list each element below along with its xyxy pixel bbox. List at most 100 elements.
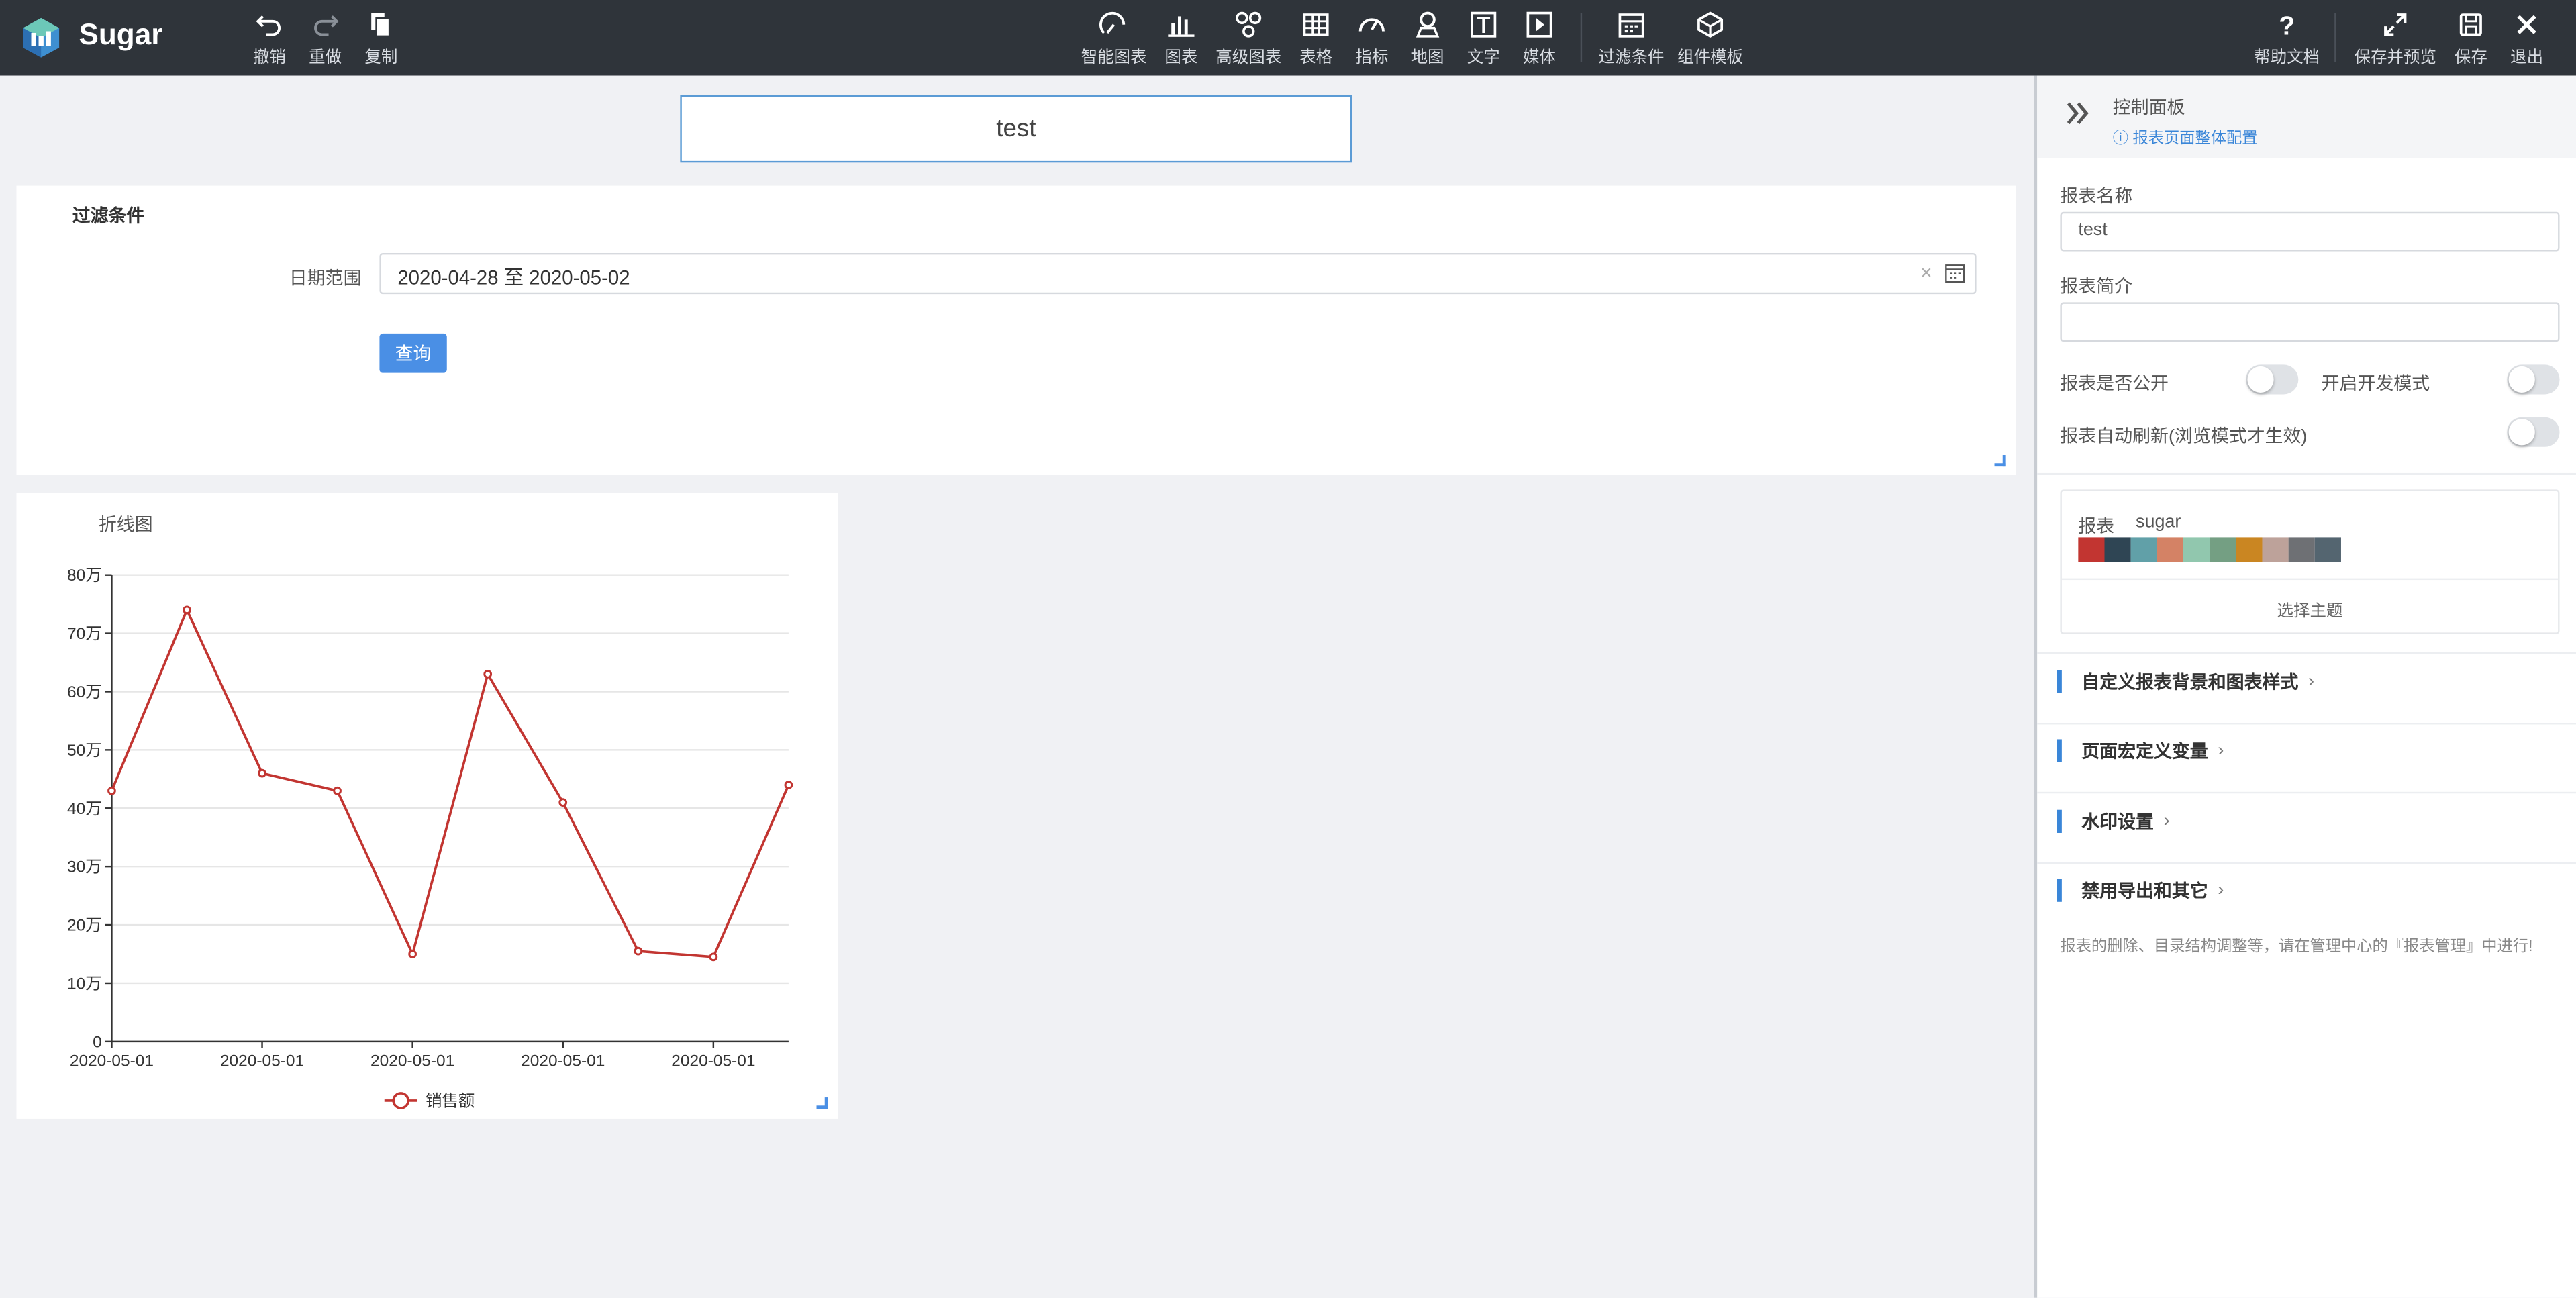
chevron-right-icon: › <box>2218 740 2224 761</box>
legend-label: 销售额 <box>426 1092 475 1111</box>
redo-label: 重做 <box>309 49 342 68</box>
resize-handle[interactable] <box>816 1097 828 1109</box>
save-button[interactable]: 保存 <box>2455 10 2487 69</box>
media-label: 媒体 <box>1523 49 1556 68</box>
query-button[interactable]: 查询 <box>379 333 447 373</box>
smart-chart-button[interactable]: 智能图表 <box>1081 10 1146 69</box>
y-tick-label: 10万 <box>67 975 102 993</box>
advanced-chart-icon <box>1236 11 1262 38</box>
auto-refresh-label: 报表自动刷新(浏览模式才生效) <box>2060 427 2308 447</box>
data-point <box>558 798 568 807</box>
undo-icon <box>256 15 281 36</box>
section-label: 自定义报表背景和图表样式 <box>2081 673 2299 693</box>
map-label: 地图 <box>1411 49 1444 68</box>
theme-swatch <box>2210 537 2236 562</box>
help-button[interactable]: ? 帮助文档 <box>2254 10 2320 69</box>
chevron-right-icon: › <box>2163 811 2170 832</box>
public-toggle[interactable] <box>2246 364 2299 395</box>
line-chart-panel[interactable]: 折线图 0 10万 20万 30万 40万 50万 60万 70万 80万 2020-05-01 2… <box>16 493 838 1119</box>
dev-mode-label: 开启开发模式 <box>2321 375 2430 395</box>
template-label: 组件模板 <box>1677 49 1744 68</box>
redo-button[interactable]: 重做 <box>309 10 342 69</box>
data-point <box>408 950 417 958</box>
text-icon <box>1471 11 1497 38</box>
filter-button[interactable]: 过滤条件 <box>1599 10 1665 69</box>
section-watermark[interactable]: 水印设置 › <box>2057 809 2170 833</box>
y-tick-label: 0 <box>93 1033 102 1051</box>
report-canvas: test 过滤条件 日期范围 2020-04-28 至 2020-05-02 ×… <box>0 75 2034 1298</box>
report-name-input[interactable]: test <box>2060 211 2560 252</box>
table-button[interactable]: 表格 <box>1299 10 1332 69</box>
exit-label: 退出 <box>2510 49 2544 68</box>
section-label: 页面宏定义变量 <box>2081 742 2208 762</box>
calendar-icon[interactable] <box>1945 263 1965 283</box>
toolbar-divider <box>2334 13 2336 63</box>
media-button[interactable]: 媒体 <box>1523 10 1556 69</box>
metric-label: 指标 <box>1355 49 1389 68</box>
x-tick-label: 2020-05-01 <box>521 1052 605 1070</box>
filter-title: 过滤条件 <box>72 207 145 227</box>
copy-button[interactable]: 复制 <box>364 10 397 69</box>
dev-mode-toggle[interactable] <box>2507 364 2560 395</box>
double-chevron-right-icon[interactable] <box>2063 99 2093 128</box>
legend-marker <box>392 1092 410 1109</box>
date-range-input[interactable]: 2020-04-28 至 2020-05-02 × <box>379 252 1977 295</box>
section-macro-variables[interactable]: 页面宏定义变量 › <box>2057 739 2224 762</box>
select-theme-button[interactable]: 选择主题 <box>2062 597 2558 621</box>
public-label: 报表是否公开 <box>2060 375 2169 395</box>
clear-icon[interactable]: × <box>1920 261 1932 284</box>
save-label: 保存 <box>2454 49 2487 68</box>
page-config-label: 报表页面整体配置 <box>2132 130 2258 148</box>
y-tick-label: 30万 <box>67 858 102 877</box>
text-button[interactable]: 文字 <box>1467 10 1500 69</box>
resize-handle[interactable] <box>1994 455 2006 467</box>
exit-button[interactable]: 退出 <box>2510 10 2543 69</box>
save-icon <box>2459 13 2482 36</box>
section-disable-export[interactable]: 禁用导出和其它 › <box>2057 879 2224 902</box>
theme-label: 报表 <box>2078 517 2115 538</box>
close-icon <box>2517 15 2536 34</box>
top-toolbar: Sugar 撤销 重做 复制 智能图表 图表 高级图表 表格 指标 地图 文字 … <box>0 0 2576 76</box>
filter-panel[interactable]: 过滤条件 日期范围 2020-04-28 至 2020-05-02 × 查询 <box>16 185 2016 475</box>
divider <box>2037 862 2576 864</box>
management-footnote: 报表的删除、目录结构调整等，请在管理中心的『报表管理』中进行! <box>2060 938 2533 956</box>
theme-swatch <box>2157 537 2183 562</box>
redo-icon <box>314 15 339 36</box>
report-desc-input[interactable] <box>2060 302 2560 342</box>
report-title-box[interactable]: test <box>680 95 1352 163</box>
save-preview-button[interactable]: 保存并预览 <box>2355 10 2436 69</box>
filter-calendar-icon <box>1618 13 1644 38</box>
section-custom-style[interactable]: 自定义报表背景和图表样式 › <box>2057 670 2314 693</box>
expand-icon <box>2384 13 2407 36</box>
section-label: 水印设置 <box>2081 813 2154 833</box>
copy-icon <box>371 13 391 38</box>
toolbar-divider <box>1580 13 1583 63</box>
control-panel-title: 控制面板 <box>2112 98 2185 119</box>
date-range-label: 日期范围 <box>289 269 362 289</box>
smart-chart-icon <box>1099 11 1126 34</box>
chevron-right-icon: › <box>2218 880 2224 901</box>
save-preview-label: 保存并预览 <box>2354 49 2436 68</box>
data-point <box>333 786 342 795</box>
y-tick-label: 60万 <box>67 683 102 701</box>
chart-button[interactable]: 图表 <box>1165 10 1197 69</box>
undo-button[interactable]: 撤销 <box>253 10 286 69</box>
divider <box>2037 722 2576 725</box>
x-tick-label: 2020-05-01 <box>671 1052 755 1070</box>
svg-text:?: ? <box>2279 11 2295 39</box>
map-button[interactable]: 地图 <box>1411 10 1444 69</box>
data-point <box>183 605 191 615</box>
y-tick-label: 80万 <box>67 566 102 585</box>
table-icon <box>1303 13 1329 36</box>
advanced-chart-button[interactable]: 高级图表 <box>1216 10 1281 69</box>
auto-refresh-toggle[interactable] <box>2507 417 2560 447</box>
data-point <box>634 946 643 956</box>
theme-swatches <box>2078 537 2341 562</box>
media-icon <box>1526 11 1552 38</box>
theme-name: sugar <box>2136 512 2181 533</box>
template-button[interactable]: 组件模板 <box>1677 10 1743 69</box>
undo-label: 撤销 <box>252 49 286 68</box>
metric-button[interactable]: 指标 <box>1355 10 1388 69</box>
data-point <box>107 786 116 795</box>
page-config-link[interactable]: ⓘ 报表页面整体配置 <box>2113 125 2258 148</box>
